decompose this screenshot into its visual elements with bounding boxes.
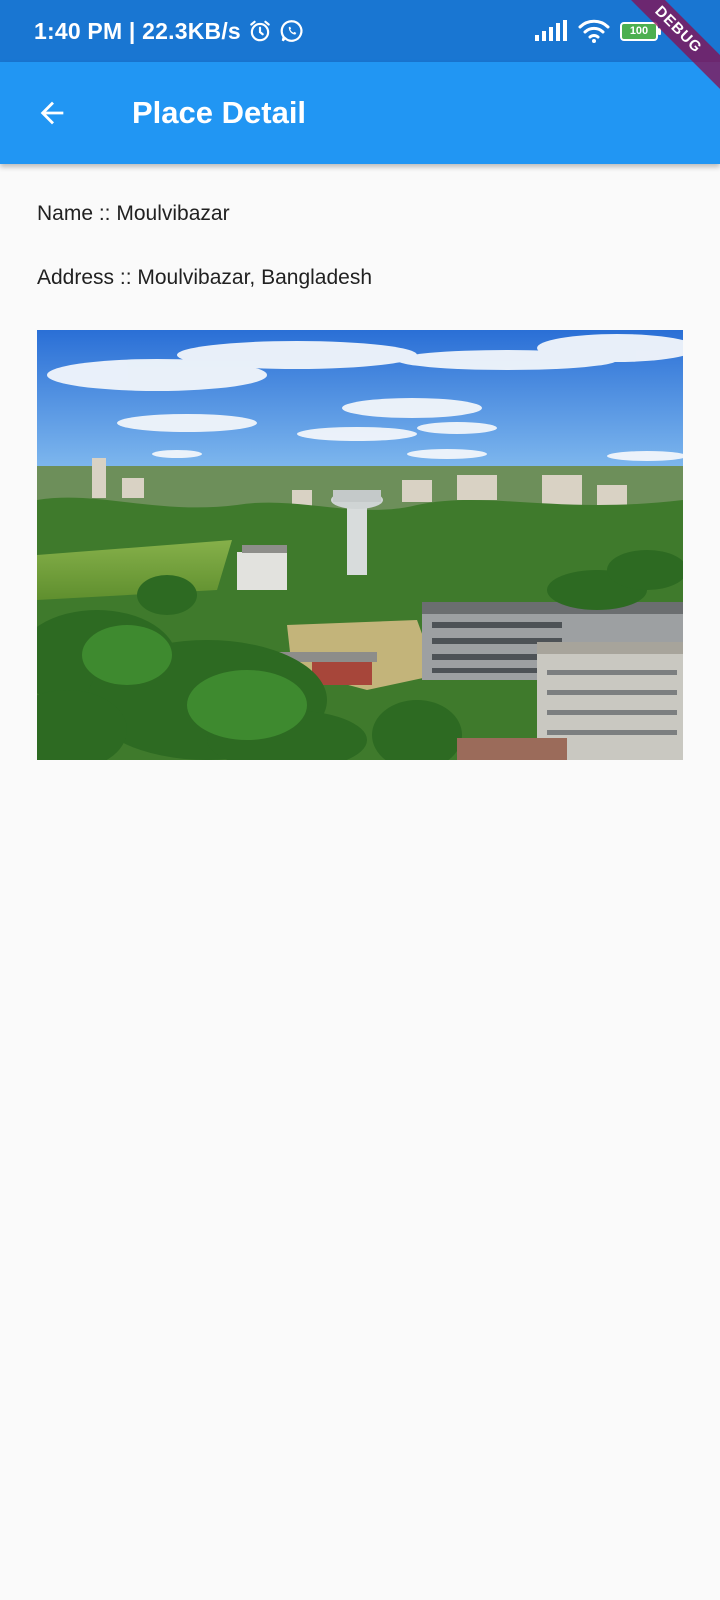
arrow-back-icon — [40, 101, 64, 125]
status-time-speed: 1:40 PM | 22.3KB/s — [34, 17, 241, 44]
signal-icon — [535, 20, 567, 41]
status-left: 1:40 PM | 22.3KB/s — [34, 18, 305, 45]
app-bar: Place Detail — [0, 62, 720, 164]
battery-level: 100 — [629, 25, 649, 37]
alarm-icon — [250, 20, 270, 42]
place-name-text: Name :: Moulvibazar — [37, 202, 230, 225]
page-title: Place Detail — [132, 95, 307, 130]
place-address-text: Address :: Moulvibazar, Bangladesh — [37, 266, 373, 289]
status-right: 100 — [534, 18, 661, 44]
status-bar: 1:40 PM | 22.3KB/s 100 — [0, 0, 720, 62]
whatsapp-icon — [280, 20, 303, 42]
place-photo — [37, 330, 683, 760]
back-button[interactable] — [24, 85, 80, 141]
battery-icon: 100 — [620, 21, 661, 41]
wifi-icon — [578, 19, 610, 43]
